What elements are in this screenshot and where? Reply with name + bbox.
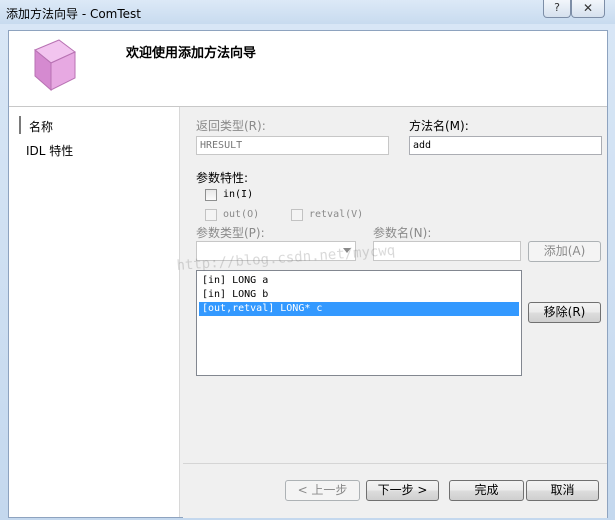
in-checkbox-label: in(I) [223,189,254,200]
param-type-label: 参数类型(P): [196,226,265,240]
cube-icon [34,39,76,92]
wizard-client: 欢迎使用添加方法向导 名称 IDL 特性 返回类型(R): HRESULT 方法… [8,30,608,518]
method-name-label: 方法名(M): [409,119,469,133]
cancel-button[interactable]: 取消 [526,480,599,501]
method-name-input[interactable]: add [409,136,602,155]
return-type-label: 返回类型(R): [196,119,266,133]
nav-pane: 名称 IDL 特性 [9,107,180,517]
out-checkbox [205,209,217,221]
close-icon: ✕ [582,1,594,15]
return-type-field: HRESULT [196,136,389,155]
chevron-down-icon [343,248,351,253]
remove-button[interactable]: 移除(R) [528,302,601,323]
next-button[interactable]: 下一步 > [366,480,439,501]
wizard-header: 欢迎使用添加方法向导 [9,31,607,107]
list-item-selected[interactable]: [out,retval] LONG* c [199,302,519,316]
retval-checkbox-label: retval(V) [309,209,364,220]
list-item[interactable]: [in] LONG b [199,288,519,302]
form-area: 返回类型(R): HRESULT 方法名(M): add 参数特性: in(I)… [183,107,607,463]
param-attr-label: 参数特性: [196,171,249,185]
finish-button[interactable]: 完成 [449,480,524,501]
wizard-footer: < 上一步 下一步 > 完成 取消 [183,463,607,518]
nav-item-name[interactable]: 名称 [18,116,53,135]
title-bar[interactable]: 添加方法向导 - ComTest ? ✕ [0,0,615,24]
prev-button: < 上一步 [285,480,360,501]
in-checkbox[interactable] [205,189,217,201]
header-title: 欢迎使用添加方法向导 [126,46,257,61]
close-button[interactable]: ✕ [571,0,605,18]
add-button: 添加(A) [528,241,601,262]
param-name-input [373,241,521,261]
out-checkbox-label: out(O) [223,209,260,220]
list-item[interactable]: [in] LONG a [199,274,519,288]
wizard-window: 添加方法向导 - ComTest ? ✕ 欢迎使用添加方法向导 名称 IDL 特… [0,0,615,520]
nav-item-idl[interactable]: IDL 特性 [26,142,73,159]
retval-checkbox [291,209,303,221]
param-type-combo [196,241,356,261]
param-list[interactable]: [in] LONG a [in] LONG b [out,retval] LON… [196,270,522,376]
window-title: 添加方法向导 - ComTest [6,7,142,21]
help-button[interactable]: ? [543,0,571,18]
param-name-label: 参数名(N): [373,226,432,240]
